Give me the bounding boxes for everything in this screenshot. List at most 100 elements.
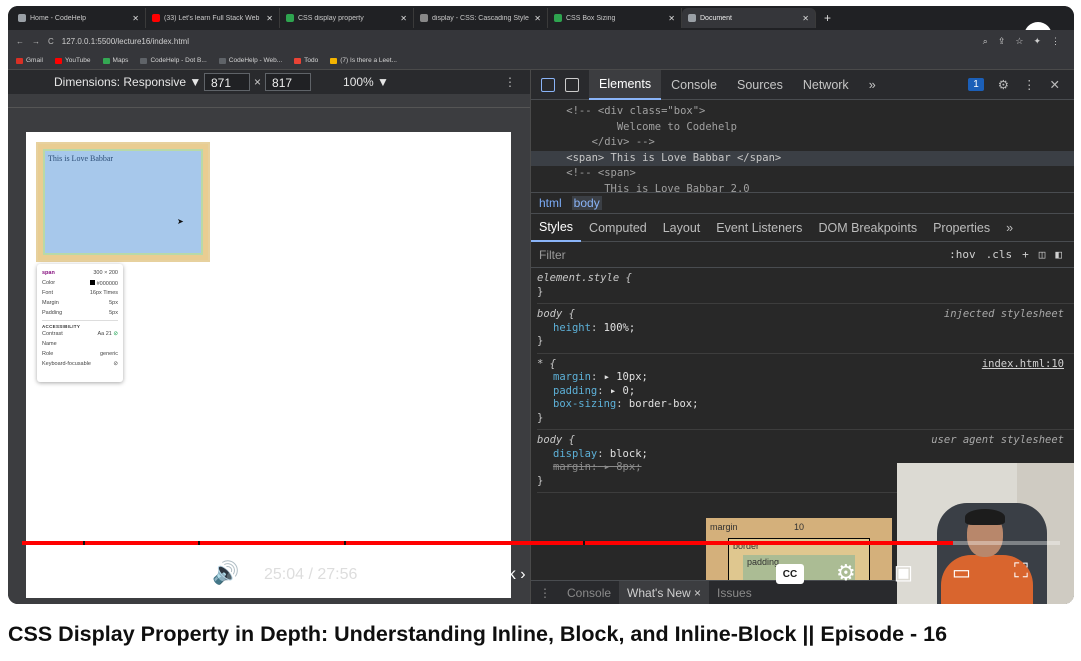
html-line[interactable]: <!-- <span> (531, 166, 1074, 182)
settings-icon[interactable]: ⚙ (836, 560, 856, 586)
styles-subtab[interactable]: Layout (655, 214, 709, 242)
bookmark-icon (330, 57, 338, 64)
settings-gear-icon[interactable]: ⚙ (998, 77, 1009, 92)
css-source[interactable]: index.html:10 (982, 358, 1064, 372)
tooltip-value: #000000 (89, 279, 118, 287)
browser-tab[interactable]: (33) Let's learn Full Stack Web ✕ (146, 8, 280, 28)
dimensions-select[interactable]: Dimensions: Responsive ▼ (54, 75, 204, 89)
css-property[interactable]: margin: ▸ 10px; (537, 371, 1064, 385)
chapter-title[interactable]: • Display-inline-block › (368, 566, 526, 583)
cls-button[interactable]: .cls (986, 248, 1013, 261)
bookmark-item[interactable]: Gmail (16, 57, 43, 64)
zoom-icon[interactable]: ⌕ (983, 36, 988, 47)
url-field[interactable]: 127.0.0.1:5500/lecture16/index.html (62, 37, 975, 46)
drawer-menu-icon[interactable]: ⋮ (531, 586, 559, 600)
height-field[interactable]: 817 (265, 73, 312, 91)
bookmark-item[interactable]: YouTube (54, 57, 91, 64)
css-source: user agent stylesheet (931, 434, 1064, 446)
new-tab-icon[interactable]: + (824, 11, 831, 25)
close-tab-icon[interactable]: ✕ (132, 14, 139, 23)
inspect-element-icon[interactable] (541, 77, 555, 92)
volume-icon[interactable]: 🔊 (212, 560, 239, 586)
star-icon[interactable]: ☆ (1015, 36, 1023, 47)
progress-bar[interactable] (22, 541, 1060, 545)
zoom-select[interactable]: 100% ▼ (343, 75, 389, 89)
close-tab-icon[interactable]: ✕ (266, 14, 273, 23)
width-field[interactable]: 871 (204, 73, 250, 91)
address-bar: ← → C 127.0.0.1:5500/lecture16/index.htm… (8, 30, 1074, 52)
devtools-tab[interactable]: » (859, 70, 886, 100)
html-line[interactable]: <!-- <div class="box"> (531, 104, 1074, 120)
html-line[interactable]: </div> --> (531, 135, 1074, 151)
drawer-tab[interactable]: Console (559, 586, 619, 600)
reload-icon[interactable]: C (48, 37, 54, 46)
hov-button[interactable]: :hov (949, 248, 976, 261)
css-property[interactable]: display: block; (537, 448, 1064, 462)
breadcrumb-item[interactable]: html (539, 196, 562, 210)
close-tab-icon[interactable]: ✕ (802, 14, 809, 23)
video-player[interactable]: Home - CodeHelp ✕ (33) Let's learn Full St… (8, 6, 1074, 604)
html-line[interactable]: <span> This is Love Babbar </span> (531, 150, 1074, 166)
styles-subtab[interactable]: Event Listeners (708, 214, 810, 242)
tooltip-value: 5px (109, 300, 118, 306)
css-property[interactable]: padding: ▸ 0; (537, 385, 1064, 399)
browser-tab[interactable]: CSS Box Sizing ✕ (548, 8, 682, 28)
html-line[interactable]: Welcome to Codehelp (531, 120, 1074, 136)
captions-button[interactable]: CC (776, 564, 804, 584)
tooltip-a11y-row: Role generic (42, 349, 118, 359)
extension-icons: ⌕ ⇪ ☆ ✦ ⋮ (983, 36, 1074, 47)
styles-subtab[interactable]: Properties (925, 214, 998, 242)
drawer-tab[interactable]: Issues (709, 586, 760, 600)
more-options-icon[interactable]: ⋮ (504, 75, 516, 89)
miniplayer-icon[interactable]: ▣ (894, 560, 913, 585)
share-icon[interactable]: ⇪ (998, 36, 1006, 47)
play-icon[interactable]: ▶ (102, 560, 119, 586)
filter-input[interactable]: Filter (539, 248, 566, 262)
css-selector[interactable]: element.style { (537, 272, 1064, 286)
browser-tab[interactable]: display - CSS: Cascading Style ✕ (414, 8, 548, 28)
theater-mode-icon[interactable]: ▭ (952, 560, 971, 585)
drawer-tab[interactable]: What's New × (619, 580, 710, 604)
add-rule-icon[interactable]: + (1022, 248, 1029, 261)
browser-tab[interactable]: Document ✕ (682, 8, 816, 28)
issues-badge[interactable]: 1 (968, 78, 984, 91)
extension-icon[interactable]: ✦ (1033, 36, 1041, 47)
devtools-tab[interactable]: Sources (727, 70, 793, 100)
paint-icon[interactable]: ◫ (1039, 248, 1046, 261)
span-highlight[interactable]: This is Love Babbar ➤ (36, 142, 210, 262)
previous-icon[interactable]: ⏮ (42, 560, 62, 586)
styles-subtab[interactable]: Computed (581, 214, 655, 242)
breadcrumb-item[interactable]: body (571, 196, 602, 210)
styles-subtab[interactable]: » (998, 214, 1021, 242)
styles-subtab[interactable]: Styles (531, 214, 582, 242)
back-icon[interactable]: ← (16, 37, 24, 46)
devtools-tab[interactable]: Elements (589, 69, 662, 100)
browser-tab[interactable]: CSS display property ✕ (280, 8, 414, 28)
devtools-tab[interactable]: Console (661, 70, 727, 100)
bookmark-item[interactable]: Todo (294, 57, 318, 64)
bookmark-icon (102, 57, 110, 64)
bookmark-item[interactable]: CodeHelp - Dot B... (140, 57, 207, 64)
devtools-tab[interactable]: Network (793, 70, 859, 100)
close-tab-icon[interactable]: ✕ (400, 14, 407, 23)
close-devtools-icon[interactable]: ✕ (1050, 77, 1060, 92)
margin-value[interactable]: 10 (794, 522, 804, 532)
next-icon[interactable]: ⏭ (156, 560, 176, 586)
device-toggle-icon[interactable] (565, 77, 579, 92)
bookmark-item[interactable]: (7) Is there a Leet... (330, 57, 397, 64)
forward-icon[interactable]: → (32, 37, 40, 46)
bookmark-label: Maps (112, 57, 129, 64)
devtools-menu-icon[interactable]: ⋮ (1023, 77, 1036, 92)
bookmark-item[interactable]: Maps (102, 57, 129, 64)
styles-subtab[interactable]: DOM Breakpoints (810, 214, 925, 242)
close-tab-icon[interactable]: ✕ (668, 14, 675, 23)
fullscreen-icon[interactable]: ⛶ (1014, 560, 1028, 583)
bookmark-item[interactable]: CodeHelp - Web... (218, 57, 282, 64)
css-property[interactable]: height: 100%; (537, 322, 1064, 336)
bookmark-icon (140, 57, 148, 64)
sidebar-toggle-icon[interactable]: ◧ (1055, 248, 1062, 261)
browser-tab[interactable]: Home - CodeHelp ✕ (12, 8, 146, 28)
css-property[interactable]: box-sizing: border-box; (537, 398, 1064, 412)
menu-icon[interactable]: ⋮ (1051, 36, 1060, 47)
close-tab-icon[interactable]: ✕ (534, 14, 541, 23)
